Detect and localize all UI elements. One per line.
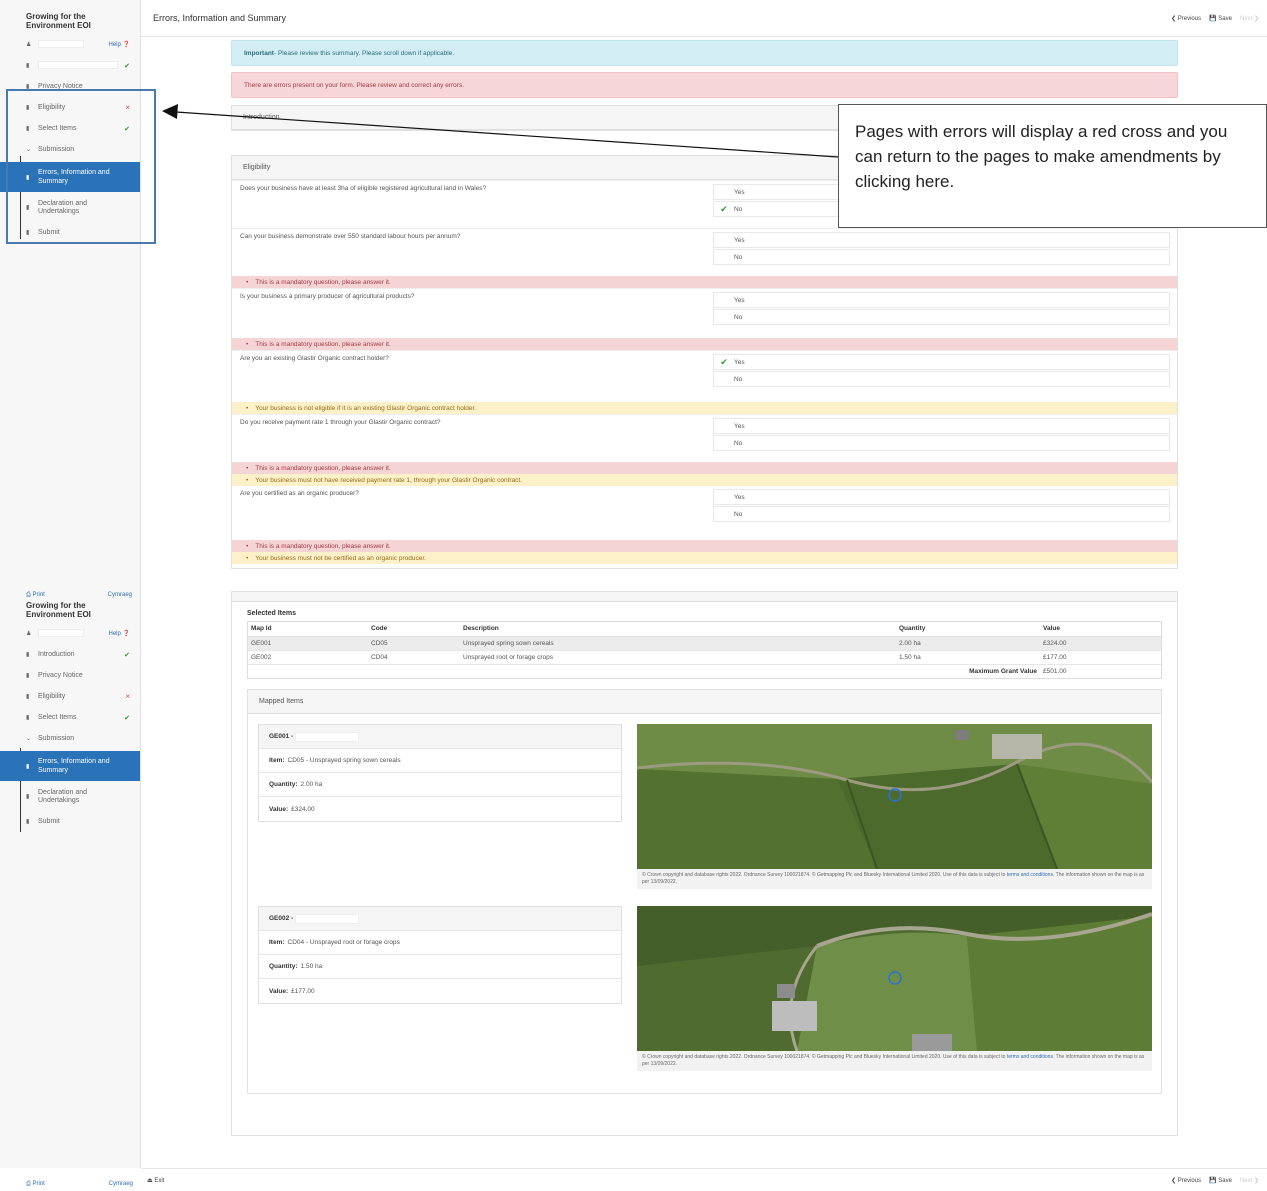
- app-window: Growing for the Environment EOI ♟ Help ❓…: [0, 0, 1267, 1191]
- callout-box: Pages with errors will display a red cro…: [838, 104, 1267, 228]
